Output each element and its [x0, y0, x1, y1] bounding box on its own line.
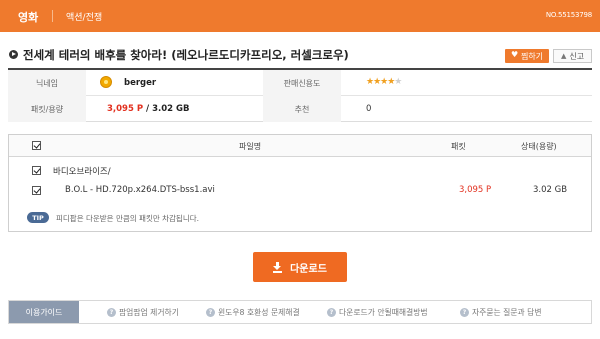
- download-label: 다운로드: [290, 263, 327, 275]
- guide-link[interactable]: ? 팝업팝업 제거하기: [107, 307, 179, 318]
- packet-separator: /: [143, 104, 153, 114]
- question-icon: ?: [327, 308, 336, 317]
- folder-checkbox[interactable]: [32, 166, 41, 175]
- file-size: 3.02 GB: [533, 185, 568, 195]
- download-button[interactable]: 다운로드: [253, 252, 347, 282]
- column-status: 상태(용량): [521, 142, 557, 151]
- guide-link[interactable]: ? 자주묻는 질문과 답변: [460, 307, 542, 318]
- play-bullet-icon: [9, 50, 18, 59]
- favorite-label: 찜하기: [520, 51, 544, 61]
- info-row: 닉네임 berger 판매신용도 ★★★★★: [8, 70, 592, 96]
- title-bar: 전세계 테러의 배후를 찾아라! (레오나르도디카프리오, 러셀크로우) 찜하기…: [0, 38, 600, 68]
- select-all-checkbox[interactable]: [32, 141, 41, 150]
- question-icon: ?: [460, 308, 469, 317]
- guide-link[interactable]: ? 다운로드가 안될때해결방법: [327, 307, 428, 318]
- category-title[interactable]: 영화: [18, 9, 38, 25]
- nickname-label: 닉네임: [8, 70, 86, 96]
- user-guide-bar: 이용가이드 ? 팝업팝업 제거하기 ? 윈도우8 호환성 문제해결 ? 다운로드…: [8, 300, 592, 324]
- favorite-button[interactable]: 찜하기: [505, 49, 549, 63]
- packet-value: 3,095 P / 3.02 GB: [107, 104, 190, 114]
- question-icon: ?: [206, 308, 215, 317]
- recommend-count: 0: [366, 104, 372, 114]
- packet-label: 패킷/용량: [8, 96, 86, 122]
- category-bar: 영화 액션/전쟁 NO.55153798: [0, 0, 600, 32]
- file-checkbox[interactable]: [32, 186, 41, 195]
- trust-stars: ★★★★★: [366, 77, 402, 87]
- category-divider: [52, 10, 53, 22]
- file-name: B.O.L - HD.720p.x264.DTS-bss1.avi: [65, 185, 215, 195]
- tip-badge: TIP: [27, 212, 49, 223]
- guide-link-label: 다운로드가 안될때해결방법: [339, 308, 428, 317]
- guide-link-label: 팝업팝업 제거하기: [119, 308, 179, 317]
- file-size-total: 3.02 GB: [152, 104, 190, 114]
- page-title: 전세계 테러의 배후를 찾아라! (레오나르도디카프리오, 러셀크로우): [23, 48, 349, 62]
- guide-link[interactable]: ? 윈도우8 호환성 문제해결: [206, 307, 300, 318]
- info-table: 닉네임 berger 판매신용도 ★★★★★ 패킷/용량 3,095 P / 3…: [8, 68, 592, 122]
- tip-text: 피디팝은 다운받은 만큼의 패킷만 차감됩니다.: [56, 214, 200, 223]
- user-level-icon: [100, 76, 112, 88]
- info-row: 패킷/용량 3,095 P / 3.02 GB 추천 0: [8, 96, 592, 122]
- warning-icon: ▲: [560, 52, 567, 60]
- question-icon: ?: [107, 308, 116, 317]
- star-icon: ★: [394, 77, 402, 87]
- subcategory-link[interactable]: 액션/전쟁: [66, 10, 102, 23]
- heart-icon: [511, 50, 518, 59]
- file-packet: 3,095 P: [459, 185, 492, 195]
- guide-label: 이용가이드: [9, 301, 79, 323]
- file-list-header: 파일명 패킷 상태(용량): [9, 135, 591, 157]
- column-filename: 파일명: [239, 142, 262, 151]
- file-list: 파일명 패킷 상태(용량) 바디오브라이즈/ B.O.L - HD.720p.x…: [8, 134, 592, 232]
- nickname-value[interactable]: berger: [124, 78, 156, 88]
- guide-link-label: 자주묻는 질문과 답변: [472, 308, 542, 317]
- content-number: NO.55153798: [545, 11, 592, 19]
- download-icon: [273, 262, 283, 273]
- star-icon: ★★★★: [366, 77, 395, 87]
- packet-amount: 3,095 P: [107, 104, 144, 114]
- guide-link-label: 윈도우8 호환성 문제해결: [218, 308, 300, 317]
- trust-label: 판매신용도: [263, 70, 341, 96]
- column-packet: 패킷: [451, 142, 466, 151]
- folder-name: 바디오브라이즈/: [53, 167, 111, 177]
- recommend-label: 추천: [263, 96, 341, 122]
- report-label: 신고: [569, 51, 585, 61]
- report-button[interactable]: ▲ 신고: [553, 49, 592, 63]
